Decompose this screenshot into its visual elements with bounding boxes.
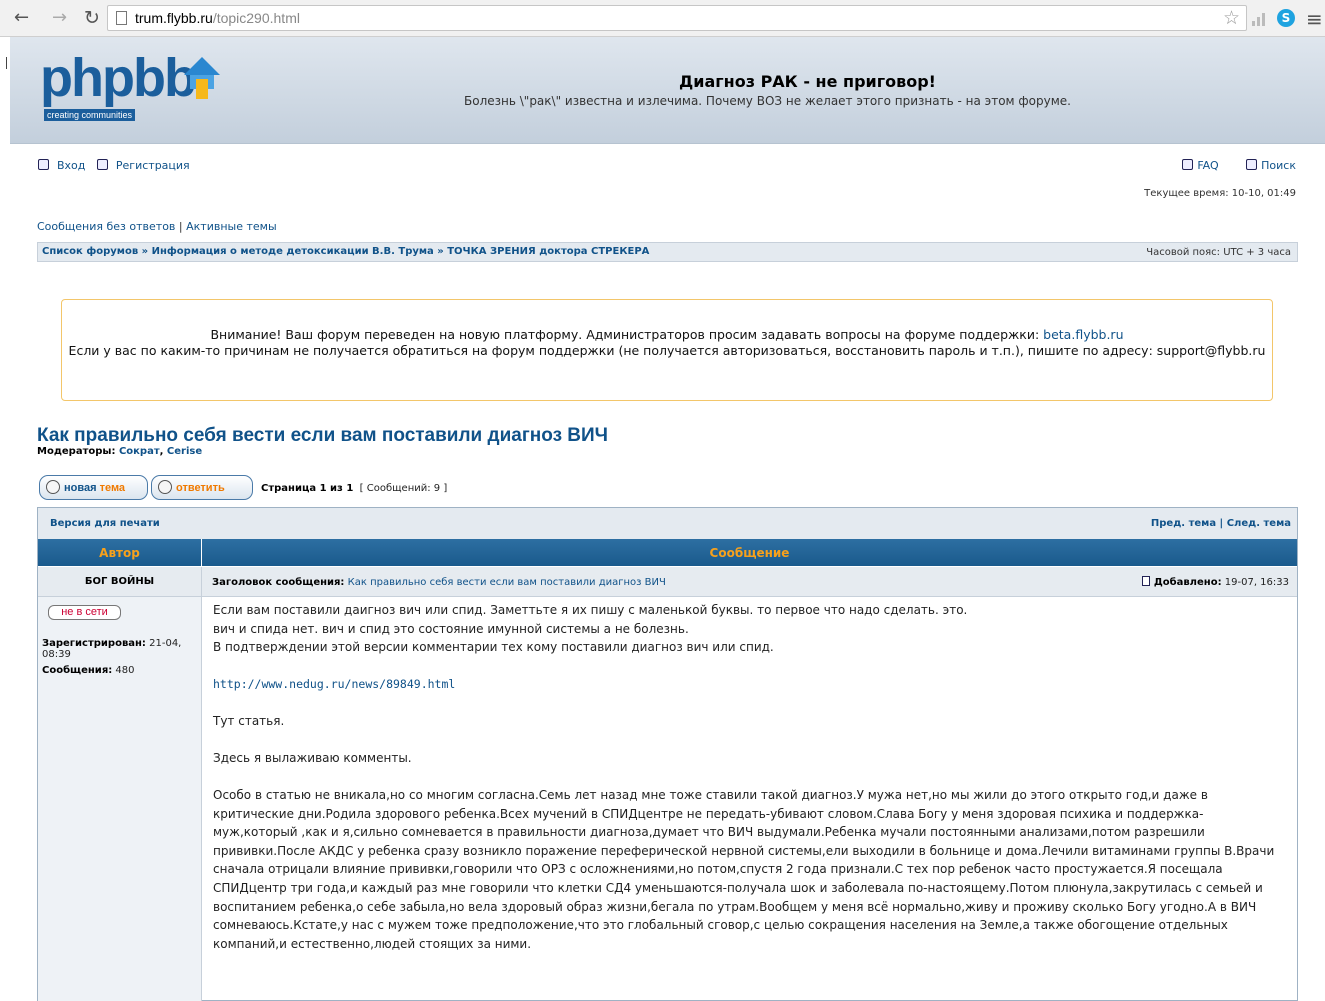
page-indicator: Страница 1 из 1 — [261, 483, 354, 494]
breadcrumb: Список форумов » Информация о методе дет… — [37, 242, 1298, 262]
timezone: Часовой пояс: UTC + 3 часа — [1146, 247, 1291, 258]
phpbb-logo[interactable]: phpbb creating communities — [40, 48, 230, 131]
site-title: Диагноз РАК - не приговор! — [679, 72, 936, 91]
notice-line-1: Внимание! Ваш форум переведен на новую п… — [210, 327, 1044, 342]
site-header: phpbb creating communities Диагноз РАК -… — [10, 37, 1325, 144]
moderator-link[interactable]: Сократ — [119, 446, 160, 457]
skype-extension-icon[interactable]: S — [1277, 9, 1295, 27]
logo-tagline: creating communities — [44, 109, 136, 121]
register-icon — [96, 159, 108, 170]
post-paragraph: В подтверждении этой версии комментарии … — [213, 640, 774, 654]
extension-stats-icon[interactable] — [1252, 12, 1266, 26]
post-author[interactable]: БОГ ВОЙНЫ — [38, 567, 202, 597]
post-subject-link[interactable]: Как правильно себя вести если вам постав… — [348, 577, 666, 588]
reply-icon — [158, 480, 172, 494]
pagination: Страница 1 из 1 [ Сообщений: 9 ] — [261, 483, 447, 494]
new-topic-icon — [46, 480, 60, 494]
help-links: FAQ Поиск — [1158, 159, 1296, 172]
table-toolbar: Версия для печати Пред. тема | След. тем… — [38, 508, 1297, 539]
register-link[interactable]: Регистрация — [96, 159, 190, 172]
faq-link[interactable]: FAQ — [1170, 159, 1219, 172]
browser-menu-icon[interactable]: ≡ — [1306, 7, 1323, 31]
registered-date: Зарегистрирован: 21-04, 08:39 — [42, 638, 182, 660]
login-link[interactable]: Вход — [38, 159, 85, 172]
table-header: Автор Сообщение — [38, 539, 1297, 566]
breadcrumb-path[interactable]: Список форумов » Информация о методе дет… — [42, 246, 649, 257]
forward-icon[interactable]: → — [52, 8, 67, 28]
back-icon[interactable]: ← — [14, 8, 29, 28]
post-paragraph: Здесь я вылаживаю комменты. — [213, 751, 412, 765]
unanswered-link[interactable]: Сообщения без ответов — [37, 220, 175, 233]
page-icon — [116, 11, 127, 25]
topic-title[interactable]: Как правильно себя вести если вам постав… — [37, 425, 608, 447]
link-separator: | — [178, 220, 183, 233]
reply-button[interactable]: ответить — [151, 475, 253, 500]
moderator-link[interactable]: Cerise — [167, 446, 202, 457]
post-date: Добавлено: 19-07, 16:33 — [1141, 576, 1289, 588]
prev-next-links[interactable]: Пред. тема | След. тема — [1151, 518, 1291, 529]
column-author: Автор — [38, 539, 202, 566]
current-time: Текущее время: 10-10, 01:49 — [1144, 188, 1296, 199]
post-row: не в сети Зарегистрирован: 21-04, 08:39 … — [38, 596, 1297, 1001]
post-header-row: БОГ ВОЙНЫ Заголовок сообщения: Как прави… — [38, 566, 1297, 597]
search-link[interactable]: Поиск — [1234, 159, 1296, 172]
post-table: Версия для печати Пред. тема | След. тем… — [37, 507, 1298, 1001]
url-text[interactable]: trum.flybb.ru/topic290.html — [135, 10, 300, 26]
post-subject: Заголовок сообщения: Как правильно себя … — [212, 577, 666, 588]
notice-line-2: Если у вас по каким-то причинам не получ… — [68, 343, 1266, 358]
left-margin — [0, 37, 10, 971]
column-message: Сообщение — [709, 546, 790, 560]
active-topics-link[interactable]: Активные темы — [186, 220, 277, 233]
faq-icon — [1182, 159, 1194, 170]
search-icon — [1246, 159, 1258, 170]
moderators: Модераторы: Сократ, Cerise — [37, 446, 203, 457]
address-bar[interactable]: trum.flybb.ru/topic290.html ☆ — [107, 5, 1247, 31]
notice-box: Внимание! Ваш форум переведен на новую п… — [61, 299, 1273, 401]
new-topic-button[interactable]: новая тема — [39, 475, 148, 500]
reload-icon[interactable]: ↻ — [84, 8, 100, 28]
post-paragraph: Если вам поставили даигноз вич или спид.… — [213, 603, 968, 617]
quick-links: Сообщения без ответов | Активные темы — [37, 220, 277, 233]
post-content: Если вам поставили даигноз вич или спид.… — [213, 601, 1288, 953]
author-post-count: Сообщения: 480 — [42, 665, 135, 676]
post-url-link[interactable]: http://www.nedug.ru/news/89849.html — [213, 675, 1288, 694]
author-profile: не в сети Зарегистрирован: 21-04, 08:39 … — [38, 597, 202, 1001]
post-count: [ Сообщений: 9 ] — [359, 483, 448, 494]
post-icon[interactable] — [1141, 576, 1150, 586]
post-paragraph: Тут статья. — [213, 714, 285, 728]
browser-toolbar: ← → ↻ trum.flybb.ru/topic290.html ☆ S ≡ — [0, 0, 1325, 37]
offline-status-badge: не в сети — [48, 605, 121, 620]
site-description: Болезнь \"рак\" известна и излечима. Поч… — [464, 94, 1071, 108]
support-forum-link[interactable]: beta.flybb.ru — [1043, 327, 1123, 342]
print-version-link[interactable]: Версия для печати — [50, 518, 160, 529]
user-links: Вход Регистрация — [38, 159, 198, 172]
login-icon — [38, 159, 49, 170]
post-paragraph: Особо в статью не вникала,но со многим с… — [213, 788, 1275, 951]
post-paragraph: вич и спида нет. вич и спид это состояни… — [213, 621, 689, 636]
bookmark-star-icon[interactable]: ☆ — [1223, 7, 1240, 29]
